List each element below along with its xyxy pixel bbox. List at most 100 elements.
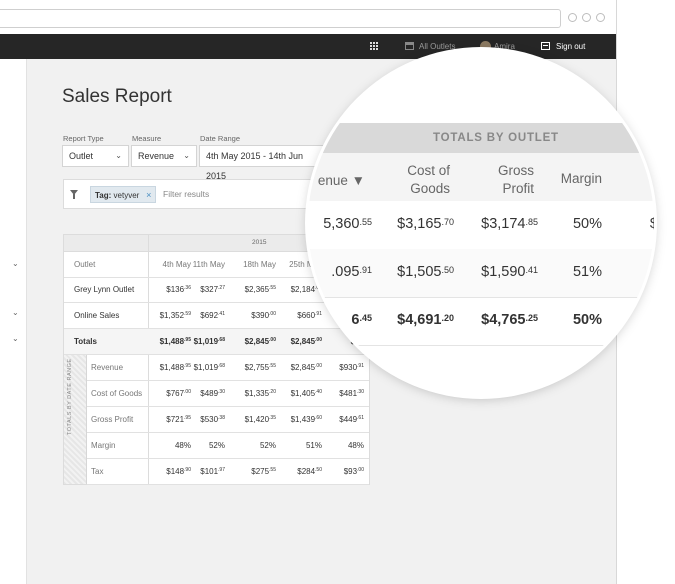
magnifier-column-header[interactable]: Margin — [561, 170, 602, 188]
summary-label: Revenue — [91, 363, 124, 372]
magnifier-title: TOTALS BY OUTLET — [433, 132, 559, 144]
summary-cell: 51% — [305, 441, 322, 450]
window-control-icon[interactable] — [582, 13, 591, 22]
magnifier-row: .095.91$1,505.50$1,590.4151%$ — [308, 249, 654, 298]
summary-cell: 52% — [259, 441, 276, 450]
chevron-down-icon[interactable]: ⌄ — [12, 308, 19, 317]
summary-cell: $2,845.00 — [290, 363, 322, 372]
chevron-down-icon: ⌄ — [183, 151, 190, 160]
window-control-icon[interactable] — [596, 13, 605, 22]
chevron-down-icon[interactable]: ⌄ — [12, 334, 19, 343]
table-cell: $327.27 — [200, 285, 225, 294]
summary-cell: 48% — [174, 441, 191, 450]
magnifier-cell: 50% — [572, 312, 602, 328]
summary-cell: $2,755.55 — [244, 363, 276, 372]
date-range-label: Date Range — [200, 134, 241, 143]
summary-row: Margin 48% 52% 52% 51% 48% — [87, 432, 369, 459]
tag-value: vetyver — [113, 191, 140, 200]
summary-cell: $530.38 — [200, 415, 225, 424]
magnifier-cell: 50% — [572, 216, 602, 232]
table-cell: $136.36 — [166, 285, 191, 294]
table-cell: $1,352.59 — [159, 311, 191, 320]
magnifier-zoom: TOTALS BY OUTLET enue ▼ Cost of Goods Gross… — [308, 50, 654, 396]
year-label: 2015 — [252, 239, 267, 246]
report-type-value: Outlet — [69, 151, 94, 161]
summary-cell: $721.95 — [166, 415, 191, 424]
summary-cell: $1,335.20 — [244, 389, 276, 398]
summary-cell: $767.00 — [166, 389, 191, 398]
magnifier-cell: $1,505.50 — [397, 264, 454, 280]
summary-cell: $101.97 — [200, 467, 225, 476]
summary-cell: $489.30 — [200, 389, 225, 398]
summary-cell: 52% — [208, 441, 225, 450]
sign-out-link[interactable]: Sign out — [556, 34, 585, 59]
magnifier-cell: $3,165.70 — [397, 216, 454, 232]
table-cell: $692.41 — [200, 311, 225, 320]
report-type-select[interactable]: Outlet ⌄ — [62, 145, 129, 167]
magnifier-row: 6.45 $4,691.20 $4,765.25 50% — [308, 297, 654, 346]
summary-cell: $1,420.35 — [244, 415, 276, 424]
magnifier-cell: $3,174.85 — [481, 216, 538, 232]
sign-out-icon[interactable] — [541, 42, 550, 50]
summary-label: Cost of Goods — [91, 389, 143, 398]
table-cell: $390.00 — [251, 311, 276, 320]
page-title: Sales Report — [62, 86, 172, 107]
table-cell: $1,019.68 — [193, 337, 225, 346]
magnifier-cell: $4,691.20 — [397, 312, 454, 328]
tag-label: Tag: — [95, 191, 112, 200]
date-range-select[interactable]: 4th May 2015 - 14th Jun 2015 — [199, 145, 324, 181]
summary-cell: $284.50 — [297, 467, 322, 476]
date-column-header[interactable]: 4th May — [163, 260, 191, 269]
table-cell: $2,365.55 — [244, 285, 276, 294]
table-cell: $1,488.95 — [159, 337, 191, 346]
summary-cell: $1,019.68 — [193, 363, 225, 372]
summary-cell: $93.00 — [343, 467, 364, 476]
magnifier-cell: $4,765.25 — [481, 312, 538, 328]
report-type-label: Report Type — [63, 134, 104, 143]
filter-input[interactable]: Filter results — [163, 189, 209, 199]
chevron-down-icon: ⌄ — [115, 151, 122, 160]
summary-label: Margin — [91, 441, 116, 450]
magnifier-row: 5,360.55 $3,165.70 $3,174.85 50% $6 — [308, 201, 654, 250]
chevron-down-icon[interactable]: ⌄ — [12, 259, 19, 268]
measure-label: Measure — [132, 134, 162, 143]
summary-row: Cost of Goods $767.00 $489.30 $1,335.20 $1,4… — [87, 380, 369, 407]
magnifier-column-header[interactable]: Cost of Goods — [407, 162, 450, 198]
measure-select[interactable]: Revenue ⌄ — [131, 145, 197, 167]
summary-label: Tax — [91, 467, 104, 476]
summary-row: Revenue $1,488.95 $1,019.68 $2,755.55 $2,845… — [87, 354, 369, 381]
date-column-header[interactable]: 18th May — [243, 260, 276, 269]
filter-tag[interactable]: Tag: vetyver × — [90, 186, 157, 204]
magnifier-cell: 6.45 — [351, 312, 372, 328]
summary-cell: $275.55 — [251, 467, 276, 476]
summary-cell: $1,405.40 — [290, 389, 322, 398]
summary-cell: $1,488.95 — [159, 363, 191, 372]
summary-label: Gross Profit — [91, 415, 134, 424]
address-bar[interactable] — [0, 9, 561, 28]
row-label: Totals — [74, 337, 97, 346]
summary-cell: $481.30 — [339, 389, 364, 398]
magnifier-column-header[interactable]: enue ▼ — [318, 172, 365, 190]
measure-value: Revenue — [138, 151, 175, 161]
summary-row: Tax $148.90 $101.97 $275.55 $284.50 $93.00 — [87, 458, 369, 485]
summary-cell: $449.61 — [339, 415, 364, 424]
filter-icon — [70, 190, 78, 199]
row-label: Grey Lynn Outlet — [74, 285, 135, 294]
magnifier-column-header[interactable]: Gross Profit — [498, 162, 534, 198]
table-cell: $2,845.00 — [244, 337, 276, 346]
close-icon[interactable]: × — [146, 187, 151, 204]
magnifier-cell: 5,360.55 — [323, 216, 372, 232]
store-icon — [405, 42, 414, 50]
magnifier-cell: .095.91 — [331, 264, 372, 280]
summary-cell: 48% — [347, 441, 364, 450]
summary-cell: $148.90 — [166, 467, 191, 476]
date-column-header[interactable]: 11th May — [193, 260, 225, 269]
magnifier-cell: $1,590.41 — [481, 264, 538, 280]
apps-grid-icon[interactable] — [370, 42, 378, 50]
summary-row: Gross Profit $721.95 $530.38 $1,420.35 $1,43… — [87, 406, 369, 433]
outlet-column-header[interactable]: Outlet — [74, 260, 95, 269]
magnifier-cell: 51% — [572, 264, 602, 280]
summary-cell: $1,439.60 — [290, 415, 322, 424]
summary-cell: $930.91 — [339, 363, 364, 372]
window-control-icon[interactable] — [568, 13, 577, 22]
